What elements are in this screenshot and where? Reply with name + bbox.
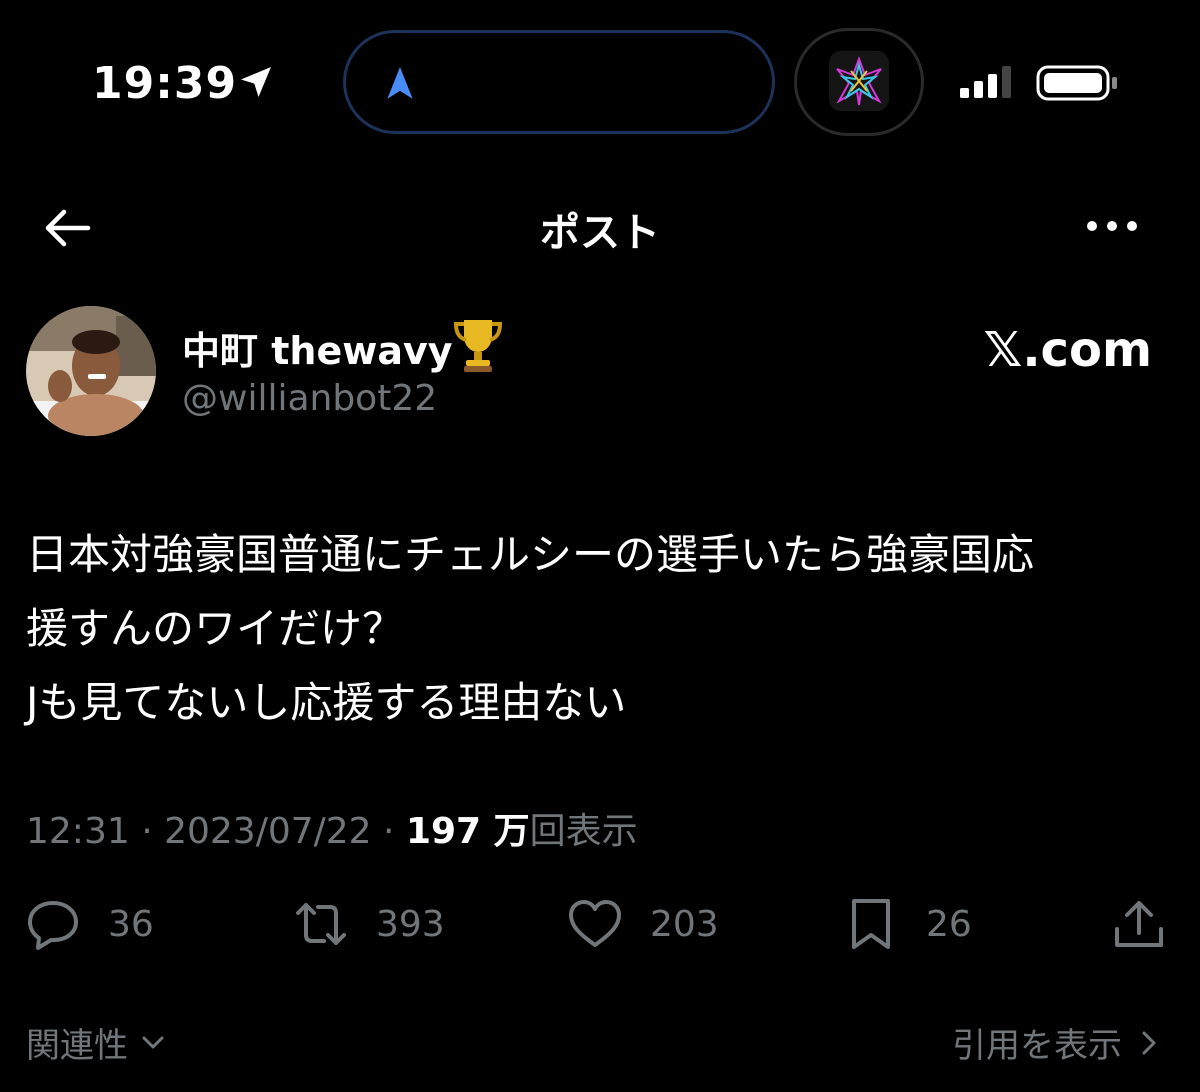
post-line: Jも見てないし応援する理由ない	[26, 678, 627, 727]
navigation-arrow-icon	[387, 67, 413, 99]
bookmark-button[interactable]: 26	[842, 894, 972, 954]
retweet-icon	[296, 903, 346, 945]
post-text: 日本対強豪国普通にチェルシーの選手いたら強豪国応 援すんのワイだけ？ Jも見てな…	[26, 518, 1176, 740]
share-button[interactable]	[1110, 894, 1168, 954]
retweet-count: 393	[376, 903, 445, 945]
bookmark-count: 26	[926, 903, 972, 945]
more-dots-icon[interactable]	[1084, 216, 1140, 236]
avatar[interactable]	[26, 306, 156, 436]
bookmark-icon	[852, 899, 890, 949]
post-meta: 12:31 · 2023/07/22 · 197 万回表示	[26, 802, 638, 854]
status-time: 19:39	[92, 58, 238, 109]
reply-icon	[28, 901, 78, 950]
post-time[interactable]: 12:31	[26, 811, 130, 852]
post-line: 援すんのワイだけ？	[26, 604, 405, 653]
page-title: ポスト	[540, 210, 660, 256]
reply-button[interactable]: 36	[24, 894, 154, 954]
location-arrow-icon	[241, 67, 271, 97]
views-label[interactable]: 回表示	[530, 811, 638, 852]
like-button[interactable]: 203	[566, 894, 719, 954]
author-handle[interactable]: @willianbot22	[182, 378, 437, 419]
chevron-right-icon	[1142, 1031, 1156, 1054]
meta-separator: ·	[371, 811, 406, 852]
chevron-down-icon	[142, 1036, 164, 1048]
x-com-watermark: 𝕏.com	[983, 322, 1152, 378]
quotes-label: 引用を表示	[952, 1026, 1122, 1066]
cellular-signal-icon	[960, 66, 1011, 98]
meta-separator: ·	[129, 811, 165, 852]
trophy-icon	[453, 320, 503, 372]
reply-count: 36	[108, 903, 154, 945]
views-count[interactable]: 197 万	[406, 811, 530, 852]
retweet-button[interactable]: 393	[292, 894, 445, 954]
share-icon	[1115, 901, 1163, 947]
view-quotes-link[interactable]: 引用を表示	[952, 1018, 1164, 1067]
like-count: 203	[650, 903, 719, 945]
app-artwork-icon	[829, 51, 889, 111]
sort-relevance-dropdown[interactable]: 関連性	[26, 1018, 168, 1067]
author-display-name[interactable]: 中町 thewavy	[182, 320, 453, 375]
post-line: 日本対強豪国普通にチェルシーの選手いたら強豪国応	[26, 530, 1035, 579]
post-date[interactable]: 2023/07/22	[164, 811, 372, 852]
sort-label: 関連性	[26, 1026, 128, 1066]
heart-icon	[569, 900, 621, 947]
battery-icon	[1036, 65, 1117, 101]
